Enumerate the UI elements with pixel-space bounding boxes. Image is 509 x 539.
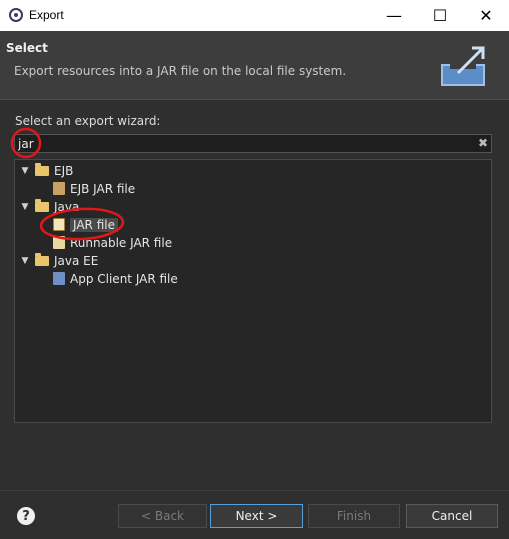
- window-title: Export: [29, 8, 64, 22]
- runnable-jar-icon: [53, 236, 65, 249]
- title-bar: Export — ☐ ✕: [0, 0, 509, 31]
- help-icon[interactable]: ?: [17, 507, 35, 525]
- back-button[interactable]: < Back: [118, 504, 207, 528]
- finish-button[interactable]: Finish: [308, 504, 400, 528]
- chevron-down-icon[interactable]: ▼: [19, 166, 31, 176]
- page-title: Select: [6, 41, 48, 55]
- wizard-header: Select Export resources into a JAR file …: [0, 31, 509, 100]
- jar-icon: [53, 218, 65, 231]
- tree-label: EJB JAR file: [70, 181, 136, 196]
- app-client-icon: [53, 272, 65, 285]
- filter-input[interactable]: [18, 136, 458, 151]
- tree-label: EJB: [54, 163, 74, 178]
- clear-filter-icon[interactable]: ✖: [478, 136, 488, 150]
- minimize-button[interactable]: —: [371, 0, 417, 31]
- folder-icon: [35, 252, 49, 266]
- tree-label: Runnable JAR file: [70, 235, 173, 250]
- page-description: Export resources into a JAR file on the …: [14, 64, 347, 78]
- maximize-button[interactable]: ☐: [417, 0, 463, 31]
- tree-item-ejb[interactable]: ▼ EJB: [19, 162, 73, 179]
- ejb-jar-icon: [53, 182, 65, 195]
- tree-item-app-client-jar-file[interactable]: App Client JAR file: [53, 270, 178, 287]
- wizard-tree[interactable]: ▼ EJB EJB JAR file ▼ Java JAR file Runna…: [14, 159, 492, 423]
- tree-item-java[interactable]: ▼ Java: [19, 198, 79, 215]
- export-icon: [441, 46, 485, 86]
- tree-label: JAR file: [70, 217, 118, 232]
- folder-icon: [35, 162, 49, 176]
- close-button[interactable]: ✕: [463, 0, 509, 31]
- tree-item-java-ee[interactable]: ▼ Java EE: [19, 252, 98, 269]
- tree-item-jar-file[interactable]: JAR file: [53, 216, 118, 233]
- button-bar: ? < Back Next > Finish Cancel: [0, 490, 509, 539]
- chevron-down-icon[interactable]: ▼: [19, 202, 31, 212]
- tree-label: App Client JAR file: [70, 271, 178, 286]
- folder-icon: [35, 198, 49, 212]
- eclipse-icon: [9, 8, 23, 22]
- next-button[interactable]: Next >: [210, 504, 303, 528]
- tree-label: Java: [54, 199, 80, 214]
- wizard-label: Select an export wizard:: [15, 114, 161, 128]
- filter-field: ✖: [14, 134, 492, 153]
- tree-item-runnable-jar-file[interactable]: Runnable JAR file: [53, 234, 172, 251]
- cancel-button[interactable]: Cancel: [406, 504, 498, 528]
- chevron-down-icon[interactable]: ▼: [19, 256, 31, 266]
- tree-item-ejb-jar-file[interactable]: EJB JAR file: [53, 180, 135, 197]
- tree-label: Java EE: [54, 253, 99, 268]
